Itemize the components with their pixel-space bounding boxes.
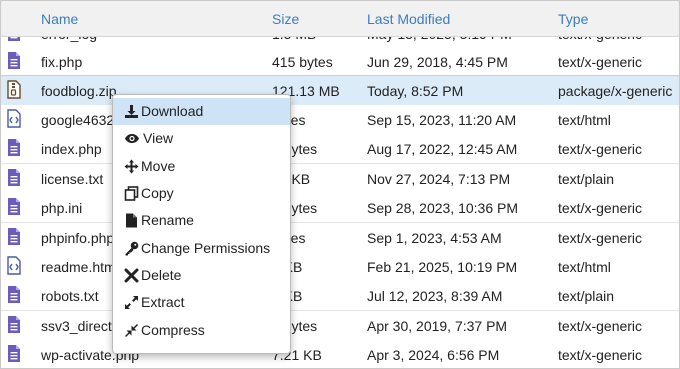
column-header-name[interactable]: Name bbox=[41, 11, 78, 27]
eye-icon bbox=[124, 131, 139, 146]
file-type: text/x-generic bbox=[558, 230, 643, 246]
file-type: text/html bbox=[558, 112, 611, 128]
menu-item-label: Copy bbox=[141, 185, 174, 201]
file-row[interactable]: readme.htm4 KBFeb 21, 2025, 10:19 PMtext… bbox=[1, 252, 679, 282]
menu-item-delete[interactable]: Delete bbox=[113, 262, 290, 289]
file-last-modified: Sep 1, 2023, 4:53 AM bbox=[367, 230, 502, 246]
extract-icon bbox=[124, 295, 139, 310]
menu-item-extract[interactable]: Extract bbox=[113, 289, 290, 316]
file-last-modified: Apr 3, 2024, 6:56 PM bbox=[367, 347, 500, 363]
file-name: google4632 bbox=[41, 112, 115, 128]
file-icon bbox=[7, 168, 21, 187]
file-icon bbox=[7, 197, 21, 216]
file-row[interactable]: php.ini 0 bytes Sep 28, 2023, 10:36 PM text… bbox=[1, 193, 679, 223]
file-row-selected[interactable]: foodblog.zip 121.13 MB Today, 8:52 PM packa… bbox=[1, 75, 679, 106]
file-last-modified: Sep 28, 2023, 10:36 PM bbox=[367, 200, 518, 216]
file-name: php.ini bbox=[41, 200, 83, 216]
file-last-modified: Apr 30, 2019, 7:37 PM bbox=[367, 318, 508, 334]
file-name: license.txt bbox=[41, 171, 104, 187]
menu-item-label: Delete bbox=[141, 267, 182, 283]
file-size: 415 bytes bbox=[272, 54, 333, 70]
menu-item-copy[interactable]: Copy bbox=[113, 180, 290, 207]
menu-item-label: View bbox=[143, 130, 174, 146]
menu-item-label: Extract bbox=[141, 294, 185, 310]
menu-item-rename[interactable]: Rename bbox=[113, 207, 290, 234]
menu-item-label: Change Permissions bbox=[141, 240, 271, 256]
file-row[interactable]: robots.txt4 KBJul 12, 2023, 8:39 AMtext/… bbox=[1, 281, 679, 311]
download-icon bbox=[124, 104, 139, 119]
file-row[interactable]: ssv3_directo 2 bytes Apr 30, 2019, 7:37 PM… bbox=[1, 311, 679, 341]
file-row[interactable]: index.php 5 bytes Aug 17, 2022, 12:45 AM te… bbox=[1, 134, 679, 164]
file-last-modified: Nov 27, 2024, 7:13 PM bbox=[367, 171, 511, 187]
html-file-icon bbox=[7, 109, 21, 128]
file-icon bbox=[7, 138, 21, 157]
context-menu: Download View Move Copy Rename Change Permiss… bbox=[112, 94, 291, 354]
file-type: text/x-generic bbox=[558, 200, 643, 216]
file-last-modified: Today, 8:52 PM bbox=[367, 83, 464, 99]
column-header-size[interactable]: Size bbox=[272, 11, 299, 27]
delete-x-icon bbox=[124, 268, 139, 283]
file-row[interactable]: phpinfo.phpbytesSep 1, 2023, 4:53 AMtext… bbox=[1, 223, 679, 253]
file-type: text/plain bbox=[558, 288, 615, 304]
menu-item-download[interactable]: Download bbox=[113, 98, 290, 125]
file-last-modified: Jun 29, 2018, 4:45 PM bbox=[367, 54, 508, 70]
menu-item-move[interactable]: Move bbox=[113, 153, 290, 180]
file-type: text/x-generic bbox=[558, 318, 643, 334]
file-name: ssv3_directo bbox=[41, 318, 120, 334]
file-icon bbox=[7, 315, 21, 334]
file-row[interactable]: google4632bytesSep 15, 2023, 11:20 AMtex… bbox=[1, 105, 679, 135]
file-icon bbox=[7, 285, 21, 304]
menu-item-label: Download bbox=[141, 103, 204, 119]
rename-file-icon bbox=[124, 213, 139, 228]
file-type: text/x-generic bbox=[558, 347, 643, 363]
menu-item-label: Rename bbox=[141, 212, 194, 228]
file-row[interactable]: license.txt 45 KB Nov 27, 2024, 7:13 PM tex… bbox=[1, 164, 679, 194]
file-row[interactable]: fix.php 415 bytes Jun 29, 2018, 4:45 PM tex… bbox=[1, 47, 679, 77]
file-name: foodblog.zip bbox=[41, 83, 117, 99]
file-last-modified: Aug 17, 2022, 12:45 AM bbox=[367, 141, 518, 157]
copy-icon bbox=[124, 186, 139, 201]
file-list-header: Name Size Last Modified Type bbox=[1, 1, 679, 37]
column-header-last-modified[interactable]: Last Modified bbox=[367, 11, 450, 27]
zip-file-icon bbox=[7, 80, 21, 99]
html-file-icon bbox=[7, 256, 21, 275]
file-icon bbox=[7, 344, 21, 363]
move-arrows-icon bbox=[124, 159, 139, 174]
menu-item-label: Compress bbox=[141, 322, 205, 338]
file-row[interactable]: wp-activate.php 7.21 KB Apr 3, 2024, 6:56 … bbox=[1, 340, 679, 368]
file-name: phpinfo.php bbox=[41, 230, 115, 246]
file-name: fix.php bbox=[41, 54, 83, 70]
compress-icon bbox=[124, 323, 139, 338]
menu-item-view[interactable]: View bbox=[113, 125, 290, 152]
menu-item-change-permissions[interactable]: Change Permissions bbox=[113, 235, 290, 262]
file-last-modified: Sep 15, 2023, 11:20 AM bbox=[367, 112, 517, 128]
file-list: error_log1.5 MBMay 13, 2025, 3:19 PMtext… bbox=[1, 36, 679, 368]
file-name: index.php bbox=[41, 141, 102, 157]
file-last-modified: Jul 12, 2023, 8:39 AM bbox=[367, 288, 503, 304]
menu-item-label: Move bbox=[141, 158, 176, 174]
file-last-modified: Feb 21, 2025, 10:19 PM bbox=[367, 259, 518, 275]
file-icon bbox=[7, 51, 21, 70]
menu-item-compress[interactable]: Compress bbox=[113, 317, 290, 344]
key-icon bbox=[124, 241, 139, 256]
file-type: text/x-generic bbox=[558, 141, 643, 157]
file-name: readme.htm bbox=[41, 259, 116, 275]
file-name: robots.txt bbox=[41, 288, 99, 304]
file-type: text/plain bbox=[558, 171, 615, 187]
file-manager: Name Size Last Modified Type error_log1.… bbox=[0, 0, 680, 369]
file-icon bbox=[7, 227, 21, 246]
file-type: package/x-generic bbox=[558, 83, 673, 99]
file-type: text/html bbox=[558, 259, 611, 275]
column-header-type[interactable]: Type bbox=[558, 11, 588, 27]
file-type: text/x-generic bbox=[558, 54, 643, 70]
